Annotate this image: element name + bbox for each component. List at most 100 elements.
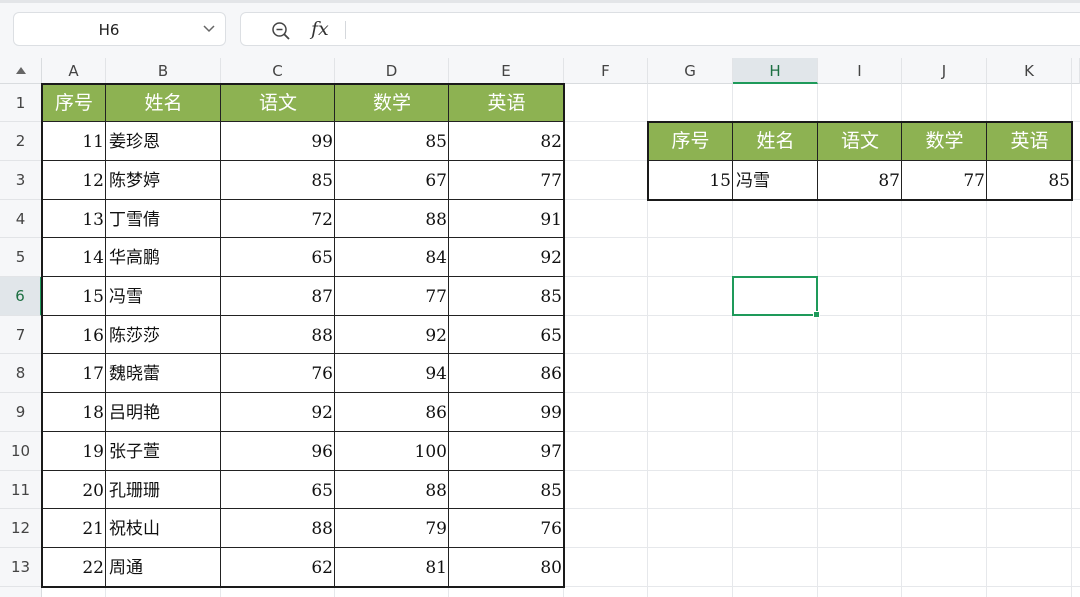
main_table-cell[interactable]: 72 [221, 200, 335, 238]
main_table-cell[interactable]: 67 [335, 161, 449, 200]
column-header-h[interactable]: H [733, 58, 818, 84]
row-header-6[interactable]: 6 [0, 277, 42, 316]
main_table-cell[interactable]: 86 [449, 354, 564, 393]
main_table-cell[interactable]: 77 [335, 277, 449, 316]
column-header-i[interactable]: I [818, 58, 902, 84]
main_table-cell[interactable]: 86 [335, 393, 449, 432]
main_table-cell[interactable]: 77 [449, 161, 564, 200]
lookup_table-header-cell[interactable]: 姓名 [733, 122, 818, 161]
row-header-11[interactable]: 11 [0, 471, 42, 509]
main_table-cell[interactable]: 100 [335, 432, 449, 471]
main_table-cell[interactable]: 92 [449, 238, 564, 277]
main_table-cell[interactable]: 88 [221, 316, 335, 354]
main_table-cell[interactable]: 85 [449, 471, 564, 509]
main_table-cell[interactable]: 14 [42, 238, 106, 277]
column-header-f[interactable]: F [564, 58, 648, 84]
row-header-7[interactable]: 7 [0, 316, 42, 354]
name-box-value[interactable]: H6 [14, 13, 204, 47]
lookup_table-header-cell[interactable]: 语文 [818, 122, 902, 161]
main_table-cell[interactable]: 99 [449, 393, 564, 432]
main_table-cell[interactable]: 12 [42, 161, 106, 200]
main_table-cell[interactable]: 85 [335, 122, 449, 161]
main_table-cell[interactable]: 92 [335, 316, 449, 354]
main_table-cell[interactable]: 65 [221, 471, 335, 509]
main_table-cell[interactable]: 周通 [106, 548, 221, 587]
main_table-cell[interactable]: 76 [449, 509, 564, 548]
main_table-cell[interactable]: 79 [335, 509, 449, 548]
main_table-cell[interactable]: 22 [42, 548, 106, 587]
main_table-cell[interactable]: 姜珍恩 [106, 122, 221, 161]
fill-handle[interactable] [813, 311, 820, 318]
main_table-cell[interactable]: 魏晓蕾 [106, 354, 221, 393]
row-header-1[interactable]: 1 [0, 84, 42, 122]
main_table-cell[interactable]: 87 [221, 277, 335, 316]
main_table-cell[interactable]: 吕明艳 [106, 393, 221, 432]
main_table-cell[interactable]: 85 [449, 277, 564, 316]
main_table-header-cell[interactable]: 数学 [335, 84, 449, 122]
main_table-cell[interactable]: 陈莎莎 [106, 316, 221, 354]
main_table-cell[interactable]: 62 [221, 548, 335, 587]
main_table-cell[interactable]: 13 [42, 200, 106, 238]
lookup_table-cell[interactable]: 15 [648, 161, 733, 200]
main_table-cell[interactable]: 88 [335, 471, 449, 509]
row-header-10[interactable]: 10 [0, 432, 42, 471]
row-header-2[interactable]: 2 [0, 122, 42, 161]
main_table-cell[interactable]: 18 [42, 393, 106, 432]
row-header-4[interactable]: 4 [0, 200, 42, 238]
main_table-cell[interactable]: 99 [221, 122, 335, 161]
column-header-c[interactable]: C [221, 58, 335, 84]
column-header-e[interactable]: E [449, 58, 564, 84]
main_table-cell[interactable]: 91 [449, 200, 564, 238]
row-header-9[interactable]: 9 [0, 393, 42, 432]
main_table-header-cell[interactable]: 姓名 [106, 84, 221, 122]
main_table-cell[interactable]: 冯雪 [106, 277, 221, 316]
main_table-cell[interactable]: 丁雪倩 [106, 200, 221, 238]
row-header-13[interactable]: 13 [0, 548, 42, 587]
zoom-out-icon[interactable] [271, 21, 291, 41]
main_table-cell[interactable]: 祝枝山 [106, 509, 221, 548]
column-header-a[interactable]: A [42, 58, 106, 84]
lookup_table-header-cell[interactable]: 英语 [987, 122, 1072, 161]
main_table-cell[interactable]: 陈梦婷 [106, 161, 221, 200]
main_table-cell[interactable]: 16 [42, 316, 106, 354]
main_table-cell[interactable]: 11 [42, 122, 106, 161]
lookup_table-cell[interactable]: 87 [818, 161, 902, 200]
main_table-cell[interactable]: 85 [221, 161, 335, 200]
column-header-d[interactable]: D [335, 58, 449, 84]
chevron-down-icon[interactable] [203, 24, 215, 34]
main_table-cell[interactable]: 65 [449, 316, 564, 354]
name-box[interactable]: H6 [13, 12, 226, 46]
main_table-cell[interactable]: 81 [335, 548, 449, 587]
main_table-cell[interactable]: 88 [221, 509, 335, 548]
main_table-cell[interactable]: 80 [449, 548, 564, 587]
fx-icon[interactable]: fx [311, 17, 329, 41]
main_table-header-cell[interactable]: 语文 [221, 84, 335, 122]
row-header-14[interactable]: 14 [0, 587, 42, 597]
row-header-12[interactable]: 12 [0, 509, 42, 548]
main_table-cell[interactable]: 96 [221, 432, 335, 471]
column-header-k[interactable]: K [987, 58, 1072, 84]
main_table-cell[interactable]: 孔珊珊 [106, 471, 221, 509]
main_table-cell[interactable]: 张子萱 [106, 432, 221, 471]
lookup_table-cell[interactable]: 冯雪 [733, 161, 818, 200]
main_table-cell[interactable]: 17 [42, 354, 106, 393]
column-header-b[interactable]: B [106, 58, 221, 84]
main_table-cell[interactable]: 82 [449, 122, 564, 161]
main_table-cell[interactable]: 15 [42, 277, 106, 316]
lookup_table-header-cell[interactable]: 数学 [902, 122, 987, 161]
select-all-corner[interactable] [0, 58, 42, 84]
main_table-cell[interactable]: 88 [335, 200, 449, 238]
main_table-cell[interactable]: 65 [221, 238, 335, 277]
column-header-g[interactable]: G [648, 58, 733, 84]
main_table-cell[interactable]: 84 [335, 238, 449, 277]
main_table-cell[interactable]: 94 [335, 354, 449, 393]
lookup_table-header-cell[interactable]: 序号 [648, 122, 733, 161]
lookup_table-cell[interactable]: 85 [987, 161, 1072, 200]
main_table-header-cell[interactable]: 英语 [449, 84, 564, 122]
column-header-j[interactable]: J [902, 58, 987, 84]
main_table-cell[interactable]: 华高鹏 [106, 238, 221, 277]
formula-bar[interactable]: fx [240, 12, 1080, 46]
spreadsheet-grid[interactable]: ABCDEFGHIJK1234567891011121314序号姓名语文数学英语… [0, 58, 1080, 597]
row-header-5[interactable]: 5 [0, 238, 42, 277]
main_table-cell[interactable]: 76 [221, 354, 335, 393]
